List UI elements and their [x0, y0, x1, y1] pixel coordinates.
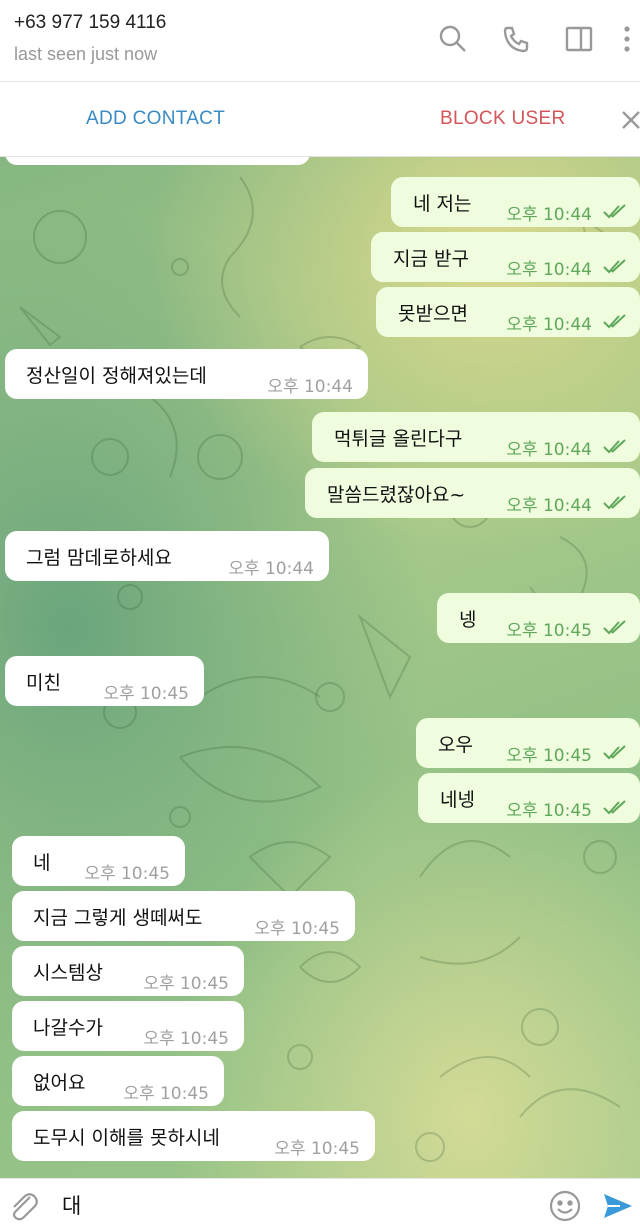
incoming-message[interactable]: 정산일이 정해져있는데오후 10:44 [5, 349, 368, 399]
message-text: 네 저는 [413, 193, 472, 215]
message-text: 그럼 맘데로하세요 [26, 547, 172, 569]
message-text: 먹튀글 올린다구 [334, 428, 463, 450]
message-text: 시스템상 [33, 962, 103, 984]
outgoing-message[interactable]: 못받으면오후 10:44 [376, 287, 640, 337]
incoming-message[interactable]: 지금 그렇게 생떼써도오후 10:45 [12, 891, 355, 941]
message-time: 오후 10:45 [84, 864, 170, 884]
message-time: 오후 10:45 [143, 1029, 229, 1049]
message-time: 오후 10:44 [506, 260, 592, 280]
search-icon[interactable] [436, 22, 470, 56]
message-time: 오후 10:44 [506, 205, 592, 225]
message-time: 오후 10:45 [143, 974, 229, 994]
message-text: 오우 [438, 734, 473, 756]
outgoing-message[interactable]: 지금 받구오후 10:44 [371, 232, 640, 282]
send-icon[interactable] [602, 1190, 634, 1222]
message-time: 오후 10:45 [274, 1139, 360, 1159]
message-text: 나갈수가 [33, 1017, 103, 1039]
incoming-message[interactable]: 도무시 이해를 못하시네오후 10:45 [12, 1111, 375, 1161]
read-checkmark-icon [602, 438, 628, 454]
read-checkmark-icon [602, 494, 628, 510]
message-time: 오후 10:45 [254, 919, 340, 939]
peer-actions-bar: ADD CONTACT BLOCK USER [0, 83, 640, 157]
phone-icon[interactable] [499, 22, 533, 56]
read-checkmark-icon [602, 258, 628, 274]
incoming-message[interactable]: 시스템상오후 10:45 [12, 946, 244, 996]
outgoing-message[interactable]: 먹튀글 올린다구오후 10:44 [312, 412, 640, 462]
message-time: 오후 10:44 [506, 440, 592, 460]
message-text: 네넹 [440, 789, 475, 811]
message-text: 없어요 [33, 1072, 86, 1094]
close-icon[interactable] [618, 103, 640, 137]
message-text: 미친 [26, 672, 61, 694]
message-text: 말씀드렸잖아요~ [327, 484, 466, 506]
message-text: 정산일이 정해져있는데 [26, 365, 207, 387]
block-user-button[interactable]: BLOCK USER [440, 108, 565, 130]
message-time: 오후 10:45 [506, 621, 592, 641]
attach-icon[interactable] [6, 1189, 40, 1223]
message-text: 네 [33, 852, 51, 874]
read-checkmark-icon [602, 203, 628, 219]
message-time: 오후 10:45 [506, 746, 592, 766]
message-input[interactable] [62, 1187, 532, 1223]
incoming-message[interactable]: 네오후 10:45 [12, 836, 185, 886]
incoming-message-partial[interactable] [5, 157, 310, 165]
sidebar-icon[interactable] [562, 22, 596, 56]
more-icon[interactable] [615, 22, 639, 56]
outgoing-message[interactable]: 네넹오후 10:45 [418, 773, 640, 823]
chat-header: +63 977 159 4116 last seen just now [0, 0, 640, 82]
outgoing-message[interactable]: 네 저는오후 10:44 [391, 177, 640, 227]
incoming-message[interactable]: 미친오후 10:45 [5, 656, 204, 706]
message-list[interactable]: 네 저는 오후 10:44 지금 받구 오후 10:44 못받으면 오후 10:44 정산일… [0, 157, 640, 1178]
read-checkmark-icon [602, 619, 628, 635]
message-text: 못받으면 [398, 303, 468, 325]
message-time: 오후 10:45 [103, 684, 189, 704]
message-text: 도무시 이해를 못하시네 [33, 1127, 220, 1149]
add-contact-button[interactable]: ADD CONTACT [86, 108, 225, 130]
message-time: 오후 10:45 [506, 801, 592, 821]
message-text: 지금 받구 [393, 248, 469, 270]
message-text: 지금 그렇게 생떼써도 [33, 907, 203, 929]
message-time: 오후 10:44 [506, 496, 592, 516]
outgoing-message[interactable]: 오우오후 10:45 [416, 718, 640, 768]
message-time: 오후 10:44 [267, 377, 353, 397]
message-composer [0, 1178, 640, 1231]
read-checkmark-icon [602, 799, 628, 815]
message-time: 오후 10:44 [228, 559, 314, 579]
outgoing-message[interactable]: 넹오후 10:45 [437, 593, 640, 643]
emoji-icon[interactable] [548, 1189, 582, 1223]
message-text: 넹 [459, 609, 477, 631]
peer-name[interactable]: +63 977 159 4116 [14, 12, 166, 34]
incoming-message[interactable]: 그럼 맘데로하세요오후 10:44 [5, 531, 329, 581]
incoming-message[interactable]: 없어요오후 10:45 [12, 1056, 224, 1106]
read-checkmark-icon [602, 313, 628, 329]
message-time: 오후 10:44 [506, 315, 592, 335]
incoming-message[interactable]: 나갈수가오후 10:45 [12, 1001, 244, 1051]
read-checkmark-icon [602, 744, 628, 760]
message-time: 오후 10:45 [123, 1084, 209, 1104]
outgoing-message[interactable]: 말씀드렸잖아요~ 오후 10:44 [305, 468, 640, 518]
peer-status: last seen just now [14, 44, 158, 64]
